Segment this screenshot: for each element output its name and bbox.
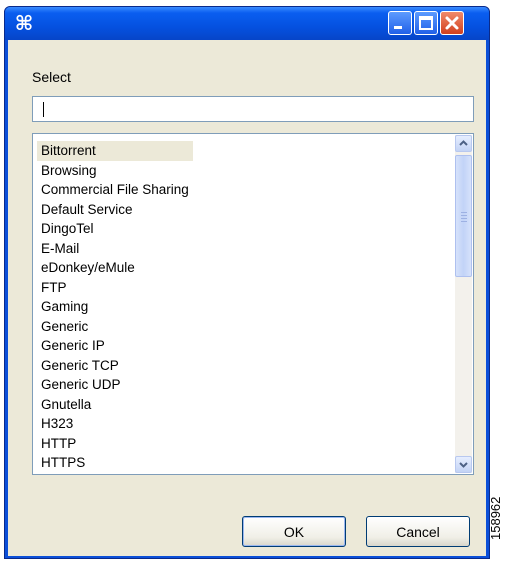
close-button[interactable]	[440, 11, 464, 35]
close-icon	[445, 16, 459, 30]
minimize-icon	[394, 26, 402, 29]
chevron-down-icon	[459, 462, 468, 468]
list-item[interactable]: Generic IP	[37, 336, 193, 356]
list-item[interactable]: eDonkey/eMule	[37, 258, 193, 278]
grip-line	[461, 212, 467, 213]
service-list[interactable]: Bittorrent Browsing Commercial File Sharin…	[32, 133, 474, 475]
minimize-button[interactable]	[388, 11, 412, 35]
list-item[interactable]: Bittorrent	[37, 141, 193, 161]
select-label: Select	[32, 69, 71, 85]
vertical-scrollbar[interactable]	[455, 135, 472, 473]
list-item[interactable]: Gaming	[37, 297, 193, 317]
grip-line	[461, 218, 467, 219]
list-item[interactable]: Default Service	[37, 200, 193, 220]
scroll-thumb[interactable]	[455, 155, 472, 277]
list-item[interactable]: HTTPS	[37, 453, 193, 473]
list-item[interactable]: Commercial File Sharing	[37, 180, 193, 200]
title-bar[interactable]: ⌘	[5, 7, 489, 40]
scroll-up-button[interactable]	[455, 135, 472, 152]
ok-button[interactable]: OK	[242, 516, 346, 547]
service-list-items: Bittorrent Browsing Commercial File Sharin…	[37, 141, 193, 473]
search-input[interactable]	[32, 96, 474, 122]
grip-line	[461, 221, 467, 222]
dialog-body: Select Bittorrent Browsing Commercial File…	[8, 40, 486, 556]
list-item[interactable]: H323	[37, 414, 193, 434]
list-item[interactable]: DingoTel	[37, 219, 193, 239]
list-item[interactable]: Gnutella	[37, 395, 193, 415]
grip-line	[461, 215, 467, 216]
list-item[interactable]: E-Mail	[37, 239, 193, 259]
list-item[interactable]: Generic TCP	[37, 356, 193, 376]
maximize-button[interactable]	[414, 11, 438, 35]
list-item[interactable]: Generic	[37, 317, 193, 337]
scroll-down-button[interactable]	[455, 456, 472, 473]
chevron-up-icon	[459, 140, 468, 146]
list-item[interactable]: HTTP	[37, 434, 193, 454]
dialog-window: ⌘ Select Bittorrent Browsing Commercial Fi…	[4, 6, 490, 559]
list-item[interactable]: Generic UDP	[37, 375, 193, 395]
cancel-button[interactable]: Cancel	[366, 516, 470, 547]
command-icon: ⌘	[14, 11, 34, 35]
list-item[interactable]: FTP	[37, 278, 193, 298]
text-caret	[43, 102, 44, 117]
figure-id: 158962	[488, 496, 503, 540]
maximize-icon	[419, 16, 433, 30]
list-item[interactable]: Browsing	[37, 161, 193, 181]
